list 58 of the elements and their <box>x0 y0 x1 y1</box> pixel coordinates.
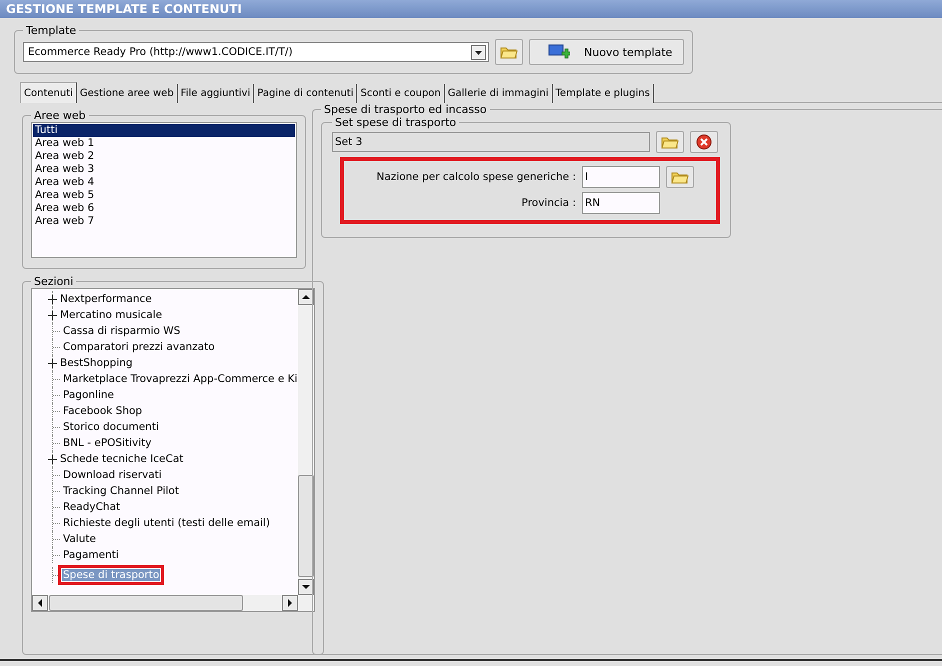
field-label: Provincia : <box>520 196 576 210</box>
open-folder-button[interactable] <box>666 166 694 188</box>
tree-item[interactable]: BNL - ePOSitivity <box>62 437 153 449</box>
expand-icon[interactable] <box>48 294 57 304</box>
list-item[interactable]: Area web 5 <box>33 189 295 202</box>
tree-item[interactable]: ReadyChat <box>62 501 122 513</box>
tree-item[interactable]: Facebook Shop <box>62 405 144 417</box>
tree-item[interactable]: Storico documenti <box>62 421 160 433</box>
tree-item[interactable]: Nextperformance <box>59 293 153 305</box>
tree-item[interactable]: Download riservati <box>62 469 163 481</box>
tab[interactable]: Template e plugins <box>552 84 654 103</box>
window-title: GESTIONE TEMPLATE E CONTENUTI <box>0 0 942 18</box>
expand-icon[interactable] <box>48 358 57 368</box>
list-item[interactable]: Area web 4 <box>33 176 295 189</box>
tree-item[interactable]: Marketplace Trovaprezzi App-Commerce e Ki <box>62 373 298 385</box>
list-item[interactable]: Area web 3 <box>33 163 295 176</box>
list-item[interactable]: Tutti <box>33 124 295 137</box>
scroll-left-icon[interactable] <box>32 595 48 611</box>
scroll-up-icon[interactable] <box>298 289 314 305</box>
tree-item[interactable]: Valute <box>62 533 97 545</box>
new-template-button[interactable]: Nuovo template <box>529 39 684 65</box>
input-field[interactable]: RN <box>582 192 660 214</box>
field-label: Nazione per calcolo spese generiche : <box>376 170 576 184</box>
group-label: Sezioni <box>33 275 74 288</box>
input-field[interactable]: I <box>582 166 660 188</box>
tree-item[interactable]: Mercatino musicale <box>59 309 164 321</box>
tree-item[interactable]: Cassa di risparmio WS <box>62 325 182 337</box>
horizontal-scrollbar[interactable] <box>32 595 314 611</box>
tree-item[interactable]: Schede tecniche IceCat <box>59 453 184 465</box>
set-field[interactable]: Set 3 <box>332 132 650 152</box>
monitor-plus-icon <box>548 43 570 61</box>
group-label: Set spese di trasporto <box>334 116 458 129</box>
vertical-scrollbar[interactable] <box>298 289 314 595</box>
expand-icon[interactable] <box>48 310 57 320</box>
template-dropdown[interactable]: Ecommerce Ready Pro (http://www1.CODICE.IT/T/) <box>23 42 489 62</box>
delete-button[interactable] <box>690 131 718 153</box>
open-folder-button[interactable] <box>656 131 684 153</box>
tree-item[interactable]: BestShopping <box>59 357 134 369</box>
list-item[interactable]: Area web 7 <box>33 215 295 228</box>
tab[interactable]: Contenuti <box>20 82 77 103</box>
group-label: Aree web <box>33 109 87 122</box>
close-icon <box>696 134 712 150</box>
open-folder-button[interactable] <box>495 39 523 65</box>
scroll-right-icon[interactable] <box>282 595 298 611</box>
tree-item[interactable]: Richieste degli utenti (testi delle email) <box>62 517 271 529</box>
tree-item[interactable]: Pagonline <box>62 389 115 401</box>
list-item[interactable]: Area web 2 <box>33 150 295 163</box>
group-label: Template <box>25 24 78 37</box>
tree-item[interactable]: Pagamenti <box>62 549 120 561</box>
scrollbar-thumb[interactable] <box>298 475 314 577</box>
list-item[interactable]: Area web 1 <box>33 137 295 150</box>
scroll-down-icon[interactable] <box>298 579 314 595</box>
scrollbar-thumb[interactable] <box>49 595 243 611</box>
list-item[interactable]: Area web 6 <box>33 202 295 215</box>
tree-item[interactable]: Comparatori prezzi avanzato <box>62 341 216 353</box>
expand-icon[interactable] <box>48 454 57 464</box>
tree-item[interactable]: Tracking Channel Pilot <box>62 485 180 497</box>
group-label: Spese di trasporto ed incasso <box>323 103 488 116</box>
